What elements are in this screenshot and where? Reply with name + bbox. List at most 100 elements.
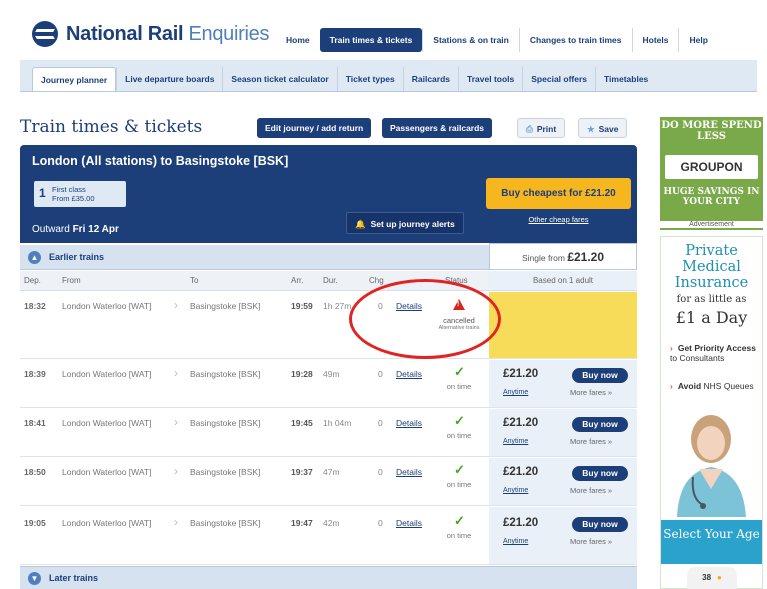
from-station: London Waterloo [WAT] [62, 418, 152, 428]
arr-time: 19:59 [291, 301, 313, 311]
to-station: Basingstoke [BSK] [190, 301, 261, 311]
fare-price: £21.20 [503, 368, 539, 380]
col-dur: Dur. [323, 276, 338, 285]
subnav-live-departures[interactable]: Live departure boards [116, 67, 222, 91]
chevron-down-icon: ▼ [28, 572, 41, 585]
print-button[interactable]: ⎙ Print [517, 118, 566, 138]
nav-help[interactable]: Help [678, 28, 717, 52]
ad-bullet-1-rest: to Consultants [670, 353, 725, 363]
nav-changes[interactable]: Changes to train times [518, 28, 632, 52]
details-link[interactable]: Details [396, 418, 422, 428]
status-on-time: on time [446, 480, 472, 489]
buy-now-button[interactable]: Buy now [572, 517, 628, 532]
groupon-headline: DO MORE SPEND LESS [661, 120, 762, 142]
status-on-time: on time [446, 382, 472, 391]
more-fares-link[interactable]: More fares » [570, 486, 612, 495]
other-cheap-fares-link[interactable]: Other cheap fares [486, 215, 631, 224]
checkmark-icon: ✓ [454, 513, 465, 528]
subnav-railcards[interactable]: Railcards [402, 67, 458, 91]
nav-home[interactable]: Home [276, 28, 320, 52]
first-class-price: From £35.00 [52, 194, 95, 203]
more-fares-link[interactable]: More fares » [570, 537, 612, 546]
details-link[interactable]: Details [396, 467, 422, 477]
nav-hotels[interactable]: Hotels [631, 28, 679, 52]
col-from: From [62, 276, 81, 285]
subnav-season-ticket[interactable]: Season ticket calculator [222, 67, 336, 91]
buy-now-button[interactable]: Buy now [572, 466, 628, 481]
duration: 1h 27m [323, 301, 352, 311]
single-from-label: Single from [521, 253, 565, 263]
select-age-banner[interactable]: Select Your Age [661, 520, 762, 564]
subnav-travel-tools[interactable]: Travel tools [458, 67, 522, 91]
fare-type-link[interactable]: Anytime [503, 487, 528, 494]
table-row: 18:39 London Waterloo [WAT] › Basingstok… [20, 360, 637, 408]
earlier-trains-label: Earlier trains [49, 252, 105, 262]
subnav-ticket-types[interactable]: Ticket types [336, 67, 403, 91]
changes: 0 [378, 369, 383, 379]
chevron-right-icon: › [174, 515, 178, 529]
buy-now-button[interactable]: Buy now [572, 417, 628, 432]
fare-cell: £21.20 Anytime Buy now More fares » [489, 507, 637, 564]
fare-price: £21.20 [503, 466, 539, 478]
subnav-journey-planner[interactable]: Journey planner [32, 67, 117, 91]
age-value: 38 [702, 573, 712, 582]
subnav-special-offers[interactable]: Special offers [522, 67, 595, 91]
nurse-image [677, 415, 746, 517]
earlier-trains-bar[interactable]: ▲ Earlier trains [20, 245, 489, 270]
age-selector[interactable]: 38 ● [687, 567, 737, 589]
details-link[interactable]: Details [396, 518, 422, 528]
arrow-icon: › [670, 381, 673, 391]
checkmark-icon: ✓ [454, 413, 465, 428]
annotation-circle [349, 279, 501, 359]
edit-journey-button[interactable]: Edit journey / add return [257, 118, 372, 138]
more-fares-link[interactable]: More fares » [570, 388, 612, 397]
journey-alerts-button[interactable]: 🔔 Set up journey alerts [346, 212, 464, 234]
nav-stations[interactable]: Stations & on train [422, 28, 519, 52]
national-rail-logo[interactable]: National Rail Enquiries [32, 21, 269, 47]
first-class-toggle[interactable]: 1 First class From £35.00 [34, 181, 126, 207]
nav-train-times[interactable]: Train times & tickets [319, 28, 423, 52]
single-from-box: Single from £21.20 [489, 243, 637, 270]
passengers-railcards-button[interactable]: Passengers & railcards [382, 118, 493, 138]
ad-price: £1 a Day [675, 308, 748, 327]
table-row: 18:50 London Waterloo [WAT] › Basingstok… [20, 458, 637, 506]
fare-type-link[interactable]: Anytime [503, 389, 528, 396]
fare-type-link[interactable]: Anytime [503, 538, 528, 545]
later-trains-bar[interactable]: ▼ Later trains [20, 566, 637, 589]
from-station: London Waterloo [WAT] [62, 467, 152, 477]
arr-time: 19:47 [291, 518, 313, 528]
subnav-timetables[interactable]: Timetables [595, 67, 656, 91]
duration: 1h 04m [323, 418, 352, 428]
route-title: London (All stations) to Basingstoke [BS… [32, 154, 289, 168]
ad-bullet-2: › Avoid NHS Queues [670, 381, 758, 391]
col-chg: Chg [369, 276, 384, 285]
duration: 47m [323, 467, 340, 477]
printer-icon: ⎙ [526, 124, 533, 134]
fare-cell: £21.20 Anytime Buy now More fares » [489, 360, 637, 407]
buy-cheapest-button[interactable]: Buy cheapest for £21.20 [486, 178, 631, 209]
details-link[interactable]: Details [396, 369, 422, 379]
fare-price: £21.20 [503, 517, 539, 529]
checkmark-icon: ✓ [454, 364, 465, 379]
page-title: Train times & tickets [20, 117, 203, 137]
medical-insurance-ad[interactable]: Private Medical Insurance for as little … [660, 236, 763, 589]
chevron-right-icon: › [174, 415, 178, 429]
ad-bullet-1: › Get Priority Access to Consultants [670, 343, 758, 363]
chevron-right-icon: › [174, 464, 178, 478]
print-label: Print [536, 124, 557, 134]
status-on-time: on time [446, 531, 472, 540]
more-fares-link[interactable]: More fares » [570, 437, 612, 446]
from-station: London Waterloo [WAT] [62, 301, 152, 311]
table-row: 18:41 London Waterloo [WAT] › Basingstok… [20, 409, 637, 457]
fare-type-link[interactable]: Anytime [503, 438, 528, 445]
fare-cell: £21.20 Anytime Buy now More fares » [489, 409, 637, 456]
logo-light: Enquiries [188, 22, 270, 45]
groupon-ad[interactable]: DO MORE SPEND LESS GROUPON HUGE SAVINGS … [660, 117, 763, 230]
fare-price: £21.20 [503, 417, 539, 429]
save-button[interactable]: ★ Save [578, 118, 628, 138]
logo-bold: National Rail [66, 22, 184, 45]
changes: 0 [378, 418, 383, 428]
star-icon: ★ [587, 124, 595, 134]
arr-time: 19:37 [291, 467, 313, 477]
buy-now-button[interactable]: Buy now [572, 368, 628, 383]
